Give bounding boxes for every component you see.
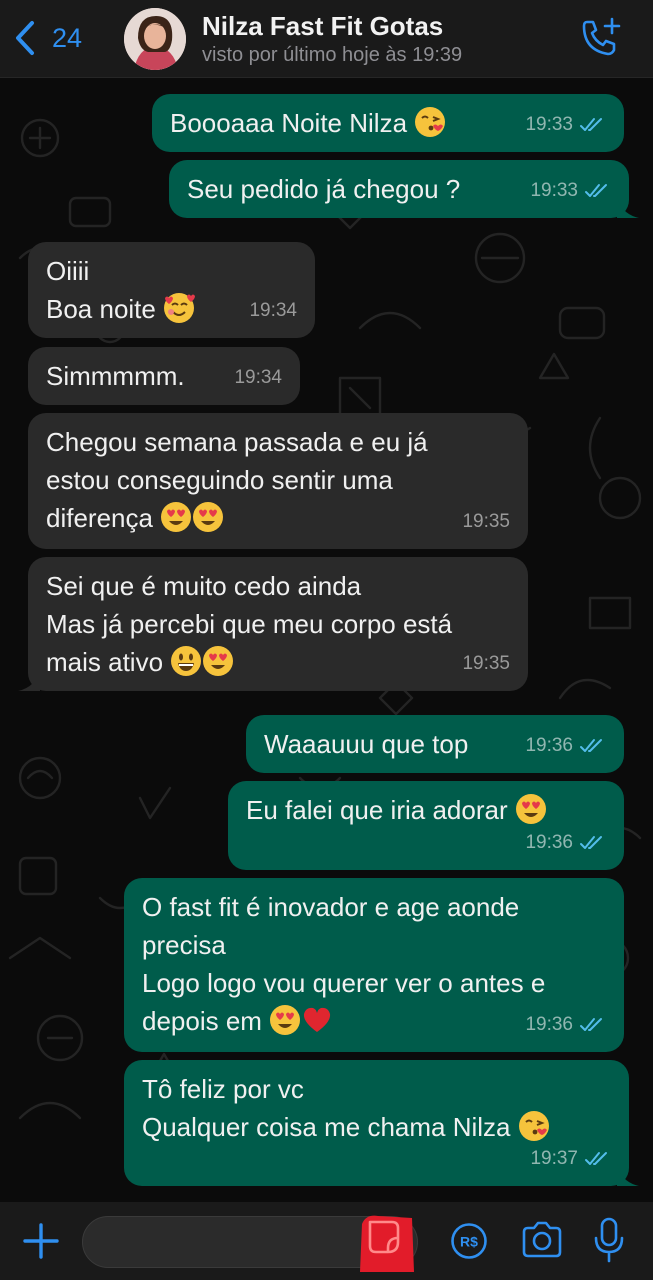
- unread-count: 24: [52, 22, 83, 53]
- heart-eyes-emoji: [515, 794, 546, 824]
- read-receipt-icon: [580, 836, 602, 849]
- message-time: 19:35: [462, 653, 510, 674]
- message-text-line: precisa: [142, 930, 226, 960]
- message-text-line: Chegou semana passada e eu já: [46, 427, 428, 457]
- message-text-line: depois em: [142, 1006, 262, 1036]
- avatar-photo: [124, 8, 186, 70]
- message-input-bar: R$: [0, 1202, 653, 1280]
- message-text-line: Qualquer coisa me chama Nilza: [142, 1112, 511, 1142]
- message-time: 19:37: [530, 1148, 578, 1169]
- sticker-icon[interactable]: [356, 1210, 416, 1272]
- read-receipt-icon: [580, 739, 602, 752]
- avatar[interactable]: [124, 8, 186, 70]
- message-text: Boooaaa Noite Nilza: [170, 108, 408, 138]
- message-time: 19:36: [525, 832, 573, 853]
- message-text-line: mais ativo: [46, 647, 164, 677]
- message-bubble-outgoing[interactable]: O fast fit é inovador e age aonde precisa…: [124, 878, 624, 1052]
- bubble-tail: [18, 669, 40, 691]
- message-text-line: Sei que é muito cedo ainda: [46, 571, 362, 601]
- message-bubble-outgoing[interactable]: Waaauuu que top 19:36: [246, 715, 624, 773]
- back-button[interactable]: 24: [12, 18, 82, 58]
- message-bubble-outgoing[interactable]: Tô feliz por vc Qualquer coisa me chama N…: [124, 1060, 639, 1186]
- last-seen-status: visto por último hoje às 19:39: [202, 44, 463, 66]
- contact-name[interactable]: Nilza Fast Fit Gotas: [202, 11, 443, 42]
- message-text-line: O fast fit é inovador e age aonde: [142, 892, 520, 922]
- camera-icon[interactable]: [520, 1220, 564, 1260]
- heart-eyes-emoji: [193, 502, 224, 532]
- message-bubble-incoming[interactable]: Sei que é muito cedo ainda Mas já percebi…: [18, 557, 528, 691]
- chat-header: 24 Nilza Fast Fit Gotas visto por último…: [0, 0, 653, 78]
- message-time: 19:34: [249, 300, 297, 321]
- heart-eyes-emoji: [270, 1005, 301, 1035]
- payment-label: R$: [460, 1234, 478, 1250]
- red-heart-emoji: [304, 1007, 331, 1032]
- add-call-icon[interactable]: [578, 16, 622, 60]
- face-blowing-kiss-emoji: [415, 107, 446, 137]
- message-text-line: Oiiii: [46, 256, 90, 286]
- smiling-face-with-hearts-emoji: [164, 293, 196, 323]
- grinning-face-emoji: [171, 646, 202, 676]
- message-text: Eu falei que iria adorar: [246, 795, 508, 825]
- message-bubble-outgoing[interactable]: Seu pedido já chegou ? 19:33: [169, 160, 639, 218]
- read-receipt-icon: [580, 118, 602, 131]
- message-text-line: Logo logo vou querer ver o antes e: [142, 968, 546, 998]
- face-blowing-kiss-emoji: [518, 1111, 549, 1141]
- message-time: 19:34: [234, 367, 282, 388]
- message-time: 19:36: [525, 1014, 573, 1035]
- message-bubble-incoming[interactable]: Simmmmm. 19:34: [28, 347, 300, 405]
- message-bubble-incoming[interactable]: Chegou semana passada e eu já estou conse…: [28, 413, 528, 549]
- message-time: 19:33: [530, 180, 578, 201]
- message-time: 19:33: [525, 114, 573, 135]
- message-text-line: estou conseguindo sentir uma: [46, 465, 393, 495]
- microphone-icon[interactable]: [592, 1216, 626, 1264]
- read-receipt-icon: [580, 1018, 602, 1031]
- chevron-left-icon: [16, 21, 34, 55]
- message-text-line: Boa noite: [46, 294, 156, 324]
- message-bubble-outgoing[interactable]: Eu falei que iria adorar 19:36: [228, 781, 624, 870]
- message-bubble-incoming[interactable]: Oiiii Boa noite 19:34: [28, 242, 315, 338]
- plus-icon[interactable]: [20, 1220, 62, 1262]
- message-text-line: diferença: [46, 503, 153, 533]
- heart-eyes-emoji: [203, 646, 234, 676]
- payment-icon[interactable]: R$: [450, 1222, 488, 1260]
- message-text-line: Tô feliz por vc: [142, 1074, 304, 1104]
- bubble-tail: [617, 196, 639, 218]
- message-time: 19:35: [462, 511, 510, 532]
- read-receipt-icon: [585, 1152, 607, 1165]
- bubble-tail: [617, 1164, 639, 1186]
- read-receipt-icon: [585, 184, 607, 197]
- message-bubble-outgoing[interactable]: Boooaaa Noite Nilza 19:33: [152, 94, 624, 152]
- message-text-line: Mas já percebi que meu corpo está: [46, 609, 453, 639]
- heart-eyes-emoji: [161, 502, 192, 532]
- message-time: 19:36: [525, 735, 573, 756]
